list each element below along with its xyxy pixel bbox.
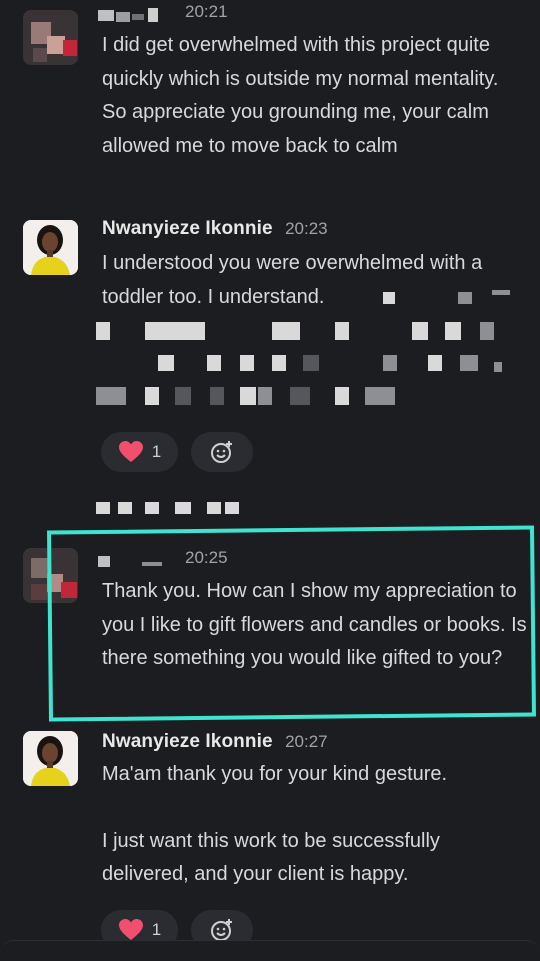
highlight-annotation (47, 525, 536, 722)
user-avatar[interactable] (23, 220, 78, 275)
message-body: Ma'am thank you for your kind gesture. I… (102, 758, 527, 892)
sender-name[interactable]: Nwanyieze Ikonnie (102, 218, 273, 239)
user-avatar[interactable] (23, 731, 78, 786)
reaction-heart[interactable]: 1 (101, 432, 178, 472)
profile-photo (23, 220, 78, 275)
message-text: I did get overwhelmed with this project … (102, 34, 499, 90)
message-header: Nwanyieze Ikonnie 20:27 (102, 731, 328, 755)
message-header: Nwanyieze Ikonnie 20:23 (102, 218, 328, 242)
profile-photo (23, 731, 78, 786)
reaction-count: 1 (151, 920, 162, 939)
add-reaction-icon (211, 441, 232, 463)
message-time: 20:23 (285, 219, 328, 238)
heart-emoji (118, 441, 143, 462)
add-reaction-button[interactable] (191, 432, 253, 472)
message-text: Ma'am thank you for your kind gesture. (102, 763, 448, 785)
composer-edge (0, 940, 540, 961)
blurred-avatar[interactable] (23, 10, 78, 65)
message-body: I did get overwhelmed with this project … (102, 29, 527, 163)
message-text: So appreciate you grounding me, your cal… (102, 101, 489, 157)
heart-emoji (118, 919, 143, 940)
message-text: I just want this work to be successfully… (102, 829, 440, 886)
message-time: 20:27 (285, 732, 328, 751)
message-time: 20:21 (185, 2, 228, 21)
sender-name[interactable]: Nwanyieze Ikonnie (102, 731, 273, 752)
reaction-count: 1 (151, 442, 162, 461)
